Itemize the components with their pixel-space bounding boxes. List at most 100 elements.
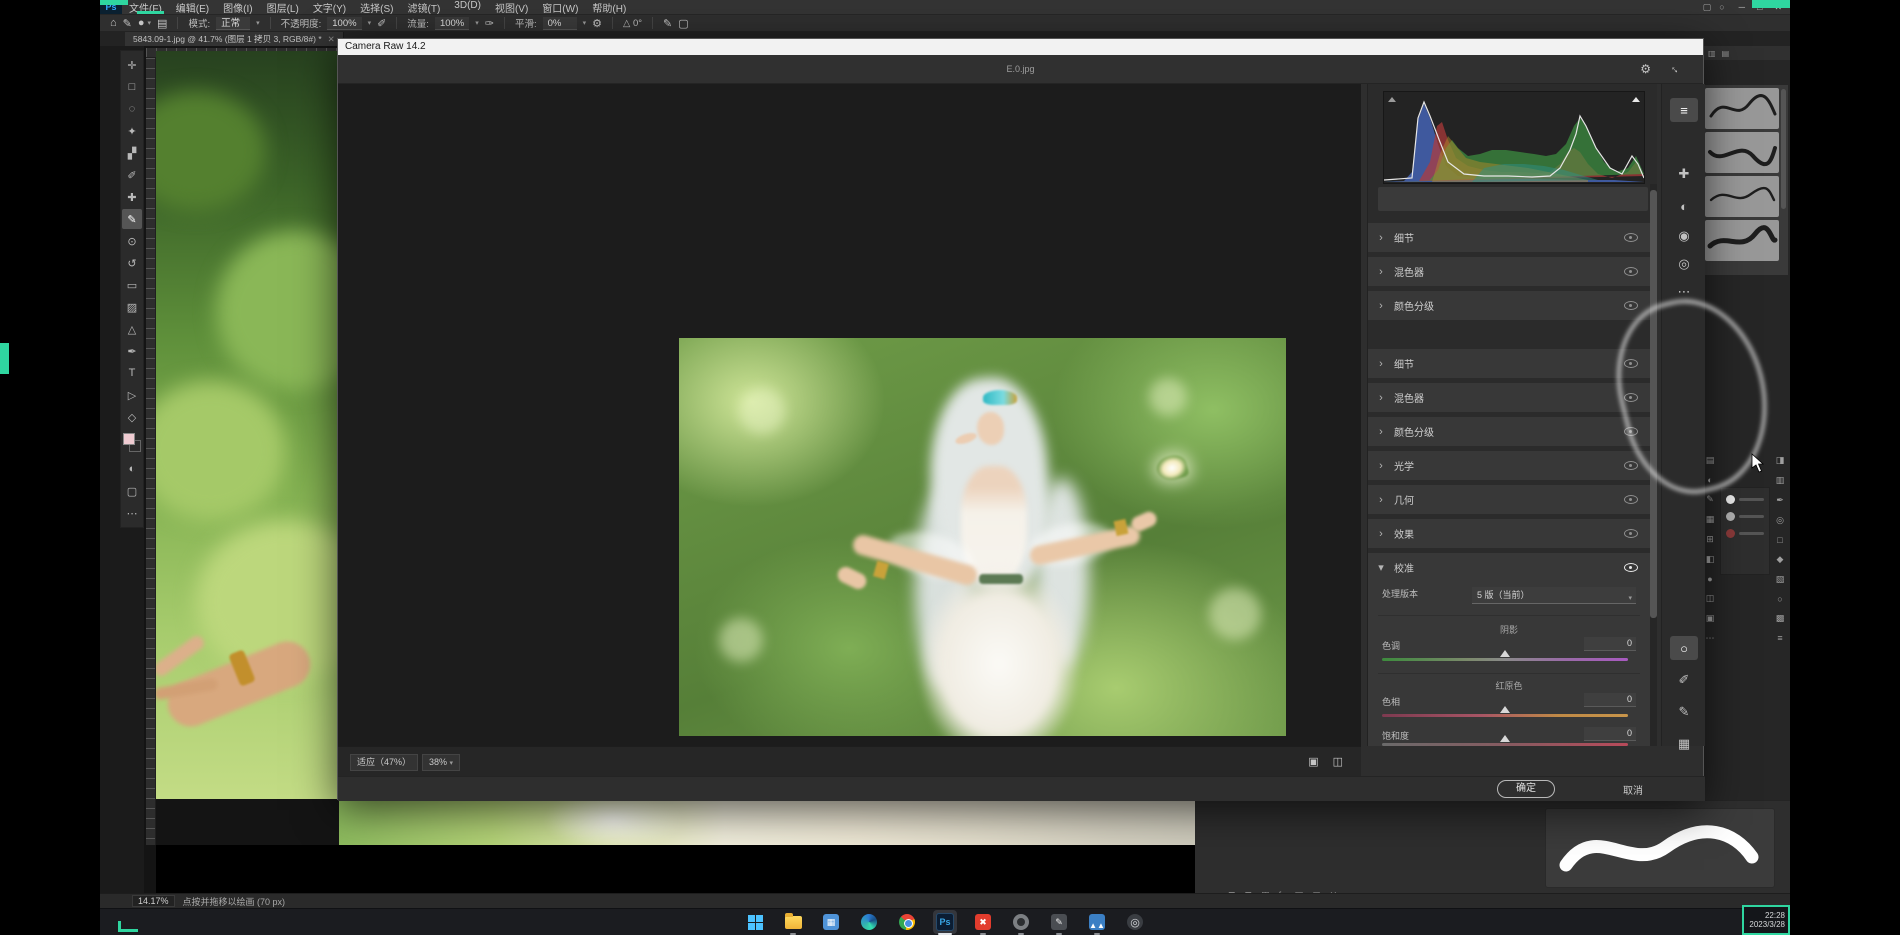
panel-icon[interactable]: ✎	[1706, 494, 1714, 505]
panel-tab-icon[interactable]: ◆	[1777, 554, 1784, 565]
chevron-right-icon[interactable]: ›	[1368, 460, 1394, 472]
smoothing-gear-icon[interactable]: ⚙	[592, 17, 602, 30]
dodge-tool-icon[interactable]: △	[122, 319, 142, 339]
flow-value[interactable]: 100%	[435, 17, 469, 30]
process-version-select[interactable]: 5 版（当前）▾	[1472, 587, 1636, 604]
white-balance-tool-icon[interactable]: ✐	[1670, 668, 1698, 692]
photoshop[interactable]: Ps	[933, 910, 957, 934]
chrome-browser[interactable]	[895, 910, 919, 934]
quick-mask-tool-icon[interactable]: ◐	[122, 459, 142, 479]
panel-section-效果[interactable]: ›效果	[1368, 519, 1650, 549]
lasso-tool-icon[interactable]: ◌	[122, 99, 142, 119]
zoom-level-select[interactable]: 38% ▾	[422, 754, 460, 771]
airbrush-icon[interactable]: ✑	[485, 17, 494, 30]
smoothing-value[interactable]: 0%	[543, 17, 577, 30]
edge-browser[interactable]	[857, 910, 881, 934]
settings-gear-icon[interactable]: ⚙	[1640, 62, 1651, 76]
panel-section-混色器[interactable]: ›混色器	[1368, 383, 1650, 413]
search-icon[interactable]: ○	[1719, 2, 1724, 12]
red-eye-tool-icon[interactable]: ◉	[1670, 224, 1698, 248]
visibility-eye-icon[interactable]	[1624, 301, 1638, 310]
panel-section-光学[interactable]: ›光学	[1368, 451, 1650, 481]
home-icon[interactable]: ⌂	[110, 17, 117, 29]
edit-panel-tool-icon[interactable]: ≡	[1670, 98, 1698, 122]
type-tool-icon[interactable]: T	[122, 363, 142, 383]
highlight-clipping-icon[interactable]	[1631, 95, 1641, 104]
panel-tab-icon[interactable]: ▩	[1776, 613, 1785, 624]
symmetry-icon[interactable]: ▢	[678, 17, 688, 30]
presets-tool-icon[interactable]: ◎	[1670, 252, 1698, 276]
panel-section-颜色分级[interactable]: ›颜色分级	[1368, 291, 1650, 321]
move-tool-icon[interactable]: ✛	[122, 55, 142, 75]
panel-tab-icon[interactable]: ▥	[1776, 475, 1785, 486]
panel-section-颜色分级[interactable]: ›颜色分级	[1368, 417, 1650, 447]
heal-tool-icon[interactable]: ✚	[1670, 162, 1698, 186]
panel-icon[interactable]: ▦	[1706, 514, 1715, 525]
document-tab[interactable]: 5843.09-1.jpg @ 41.7% (图层 1 拷贝 3, RGB/8#…	[125, 32, 344, 46]
panel-tab-icon[interactable]: ◨	[1776, 455, 1785, 466]
camera-lens-app[interactable]	[1009, 910, 1033, 934]
panel-section-细节[interactable]: ›细节	[1368, 223, 1650, 253]
clone-stamp-tool-icon[interactable]: ⊙	[122, 231, 142, 251]
panel-tab-icon[interactable]: □	[1777, 535, 1782, 545]
brush-preset-thumbnail[interactable]	[1705, 176, 1779, 217]
ring-app[interactable]: ◎	[1123, 910, 1147, 934]
tint-value[interactable]: 0	[1584, 637, 1636, 651]
brush-angle-value[interactable]: △ 0°	[623, 18, 642, 29]
pen-tool-icon[interactable]: ✒	[122, 341, 142, 361]
saturation-slider[interactable]	[1382, 743, 1628, 746]
start-button[interactable]	[743, 910, 767, 934]
panel-icon[interactable]: ▣	[1706, 613, 1715, 624]
chevron-right-icon[interactable]: ›	[1368, 300, 1394, 312]
pressure-size-icon[interactable]: ✎	[663, 17, 672, 30]
workspace-icon[interactable]: ▢	[1703, 2, 1712, 13]
gradient-tool-icon[interactable]: ▨	[122, 297, 142, 317]
brush-preset-thumbnail[interactable]	[1705, 88, 1779, 129]
photo-preview[interactable]	[679, 338, 1286, 736]
mode-select[interactable]: 正常	[216, 17, 250, 30]
histogram[interactable]	[1383, 91, 1645, 184]
chevron-right-icon[interactable]: ›	[1368, 426, 1394, 438]
panel-tab-icon[interactable]: ○	[1777, 594, 1782, 604]
panel-section-几何[interactable]: ›几何	[1368, 485, 1650, 515]
foreground-color-swatch[interactable]	[123, 433, 135, 445]
panel-tab-icon[interactable]: ▧	[1776, 574, 1785, 585]
view-mode-icon[interactable]: ◫	[1333, 755, 1343, 768]
grid-overlay-tool-icon[interactable]: ▦	[1670, 732, 1698, 756]
tint-slider[interactable]	[1382, 658, 1628, 661]
visibility-eye-icon[interactable]	[1624, 495, 1638, 504]
panel-tab-icon[interactable]: ✒	[1776, 495, 1784, 506]
gallery-app[interactable]: ▦	[819, 910, 843, 934]
panel-icon[interactable]: ⊞	[1706, 534, 1714, 545]
crop-tool-icon[interactable]: ▞	[122, 143, 142, 163]
document-image-left[interactable]	[156, 51, 340, 799]
minimize-button[interactable]: ─	[1733, 2, 1751, 12]
brush-presets-panel[interactable]	[1702, 85, 1788, 275]
screen-mode-tool-icon[interactable]: ▢	[122, 481, 142, 501]
chevron-right-icon[interactable]: ›	[1368, 494, 1394, 506]
path-select-tool-icon[interactable]: ▷	[122, 385, 142, 405]
saturation-value[interactable]: 0	[1584, 727, 1636, 741]
status-zoom-value[interactable]: 14.17%	[132, 895, 175, 907]
healing-brush-tool-icon[interactable]: ✚	[122, 187, 142, 207]
panel-icon[interactable]: ◫	[1706, 593, 1715, 604]
cancel-button[interactable]: 取消	[1623, 782, 1643, 797]
opacity-value[interactable]: 100%	[327, 17, 361, 30]
photos-app[interactable]: ▲▲	[1085, 910, 1109, 934]
shadow-clipping-icon[interactable]	[1387, 95, 1397, 104]
visibility-eye-icon[interactable]	[1624, 563, 1638, 572]
brush-preset-thumbnail[interactable]	[1705, 132, 1779, 173]
panel-section-混色器[interactable]: ›混色器	[1368, 257, 1650, 287]
red-app[interactable]: ✖	[971, 910, 995, 934]
marquee-tool-icon[interactable]: □	[122, 77, 142, 97]
pressure-opacity-icon[interactable]: ✐	[377, 17, 386, 30]
hue-slider[interactable]	[1382, 714, 1628, 717]
brush-preset-thumbnail[interactable]	[1705, 220, 1779, 261]
dialog-title-bar[interactable]: Camera Raw 14.2	[338, 39, 1703, 55]
history-brush-tool-icon[interactable]: ↺	[122, 253, 142, 273]
scrollbar-thumb[interactable]	[1781, 89, 1786, 209]
file-explorer[interactable]	[781, 910, 805, 934]
visibility-eye-icon[interactable]	[1624, 529, 1638, 538]
dark-tool-app[interactable]: ✎	[1047, 910, 1071, 934]
document-image-bottom-strip[interactable]	[339, 800, 1195, 845]
